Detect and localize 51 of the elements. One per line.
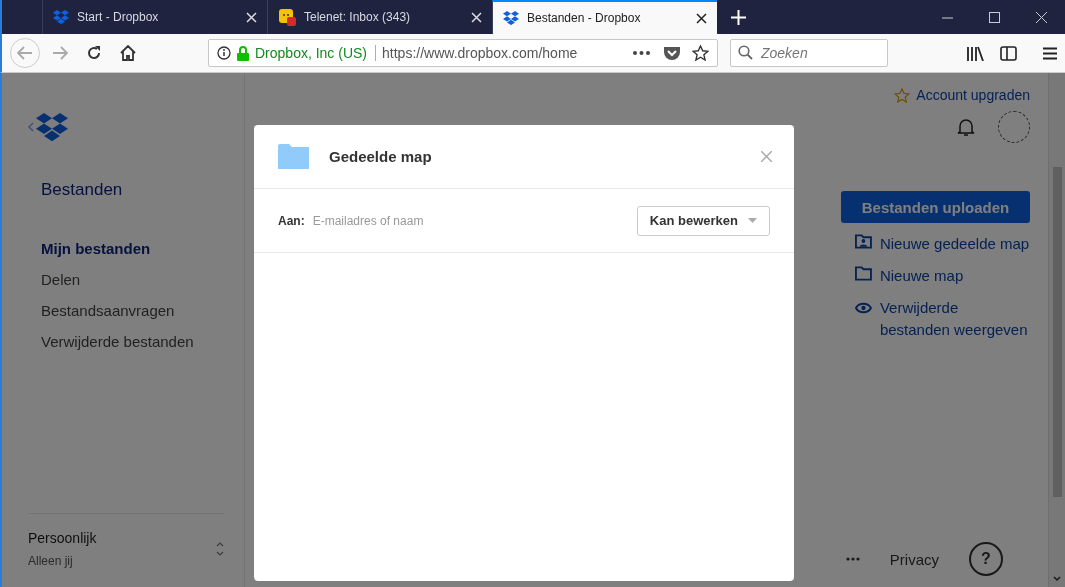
to-label: Aan: xyxy=(278,213,305,228)
eye-icon xyxy=(855,301,872,315)
upload-button[interactable]: Bestanden uploaden xyxy=(841,191,1030,223)
folder-icon xyxy=(855,265,872,281)
sidebar-item[interactable]: Bestandsaanvragen xyxy=(41,301,224,319)
maximize-icon[interactable] xyxy=(989,11,1000,23)
privacy-link[interactable]: Privacy xyxy=(889,550,939,568)
permission-dropdown[interactable]: Kan bewerken xyxy=(636,205,770,236)
mail-badge-icon xyxy=(278,8,296,26)
folder-icon xyxy=(278,144,309,169)
pocket-icon[interactable] xyxy=(664,45,680,61)
upgrade-link[interactable]: Account upgraden xyxy=(894,87,1030,103)
sidebar-item[interactable]: Verwijderde bestanden xyxy=(41,332,224,350)
dropbox-logo-icon xyxy=(36,113,68,142)
sidebar-title[interactable]: Bestanden xyxy=(41,179,224,200)
browser-tab[interactable]: Bestanden - Dropbox xyxy=(492,0,717,34)
close-icon[interactable] xyxy=(696,12,707,24)
sidebar-icon[interactable] xyxy=(1000,45,1017,61)
star-icon[interactable] xyxy=(692,45,709,61)
scroll-down-icon[interactable] xyxy=(1053,576,1061,582)
lock-icon xyxy=(237,45,249,61)
up-down-icon[interactable] xyxy=(216,541,224,557)
library-icon[interactable] xyxy=(966,45,984,61)
help-button[interactable]: ? xyxy=(969,542,1003,576)
more-icon[interactable] xyxy=(845,557,860,561)
reload-icon[interactable] xyxy=(86,45,102,61)
search-field[interactable]: Zoeken xyxy=(730,39,888,67)
url-text: https://www.dropbox.com/home xyxy=(382,45,579,61)
caret-icon xyxy=(748,218,757,223)
action-link[interactable]: Nieuwe gedeelde map xyxy=(855,233,1030,255)
menu-icon[interactable] xyxy=(1043,46,1057,60)
address-bar[interactable]: Dropbox, Inc (US) https://www.dropbox.com/home xyxy=(208,39,718,67)
bell-icon[interactable] xyxy=(956,117,976,137)
new-tab-icon[interactable] xyxy=(731,9,746,25)
action-link[interactable]: Verwijderde bestanden weergeven xyxy=(855,297,1030,341)
info-icon[interactable] xyxy=(217,46,231,60)
dropbox-icon xyxy=(53,9,69,25)
dropbox-icon xyxy=(503,10,519,26)
star-icon xyxy=(894,87,911,103)
shared-folder-icon xyxy=(855,233,872,249)
more-icon[interactable] xyxy=(633,51,650,55)
search-icon xyxy=(738,45,753,60)
sidebar-item[interactable]: Mijn bestanden xyxy=(41,239,224,257)
account-name[interactable]: Persoonlijk xyxy=(28,530,97,546)
scrollbar-thumb[interactable] xyxy=(1052,166,1062,497)
home-icon[interactable] xyxy=(120,45,136,61)
account-subtitle: Alleen jij xyxy=(28,554,74,568)
site-identity: Dropbox, Inc (US) xyxy=(255,45,377,61)
action-link[interactable]: Nieuwe map xyxy=(855,265,1030,287)
dialog-title: Gedeelde map xyxy=(329,148,433,165)
sidebar-item[interactable]: Delen xyxy=(41,270,224,288)
